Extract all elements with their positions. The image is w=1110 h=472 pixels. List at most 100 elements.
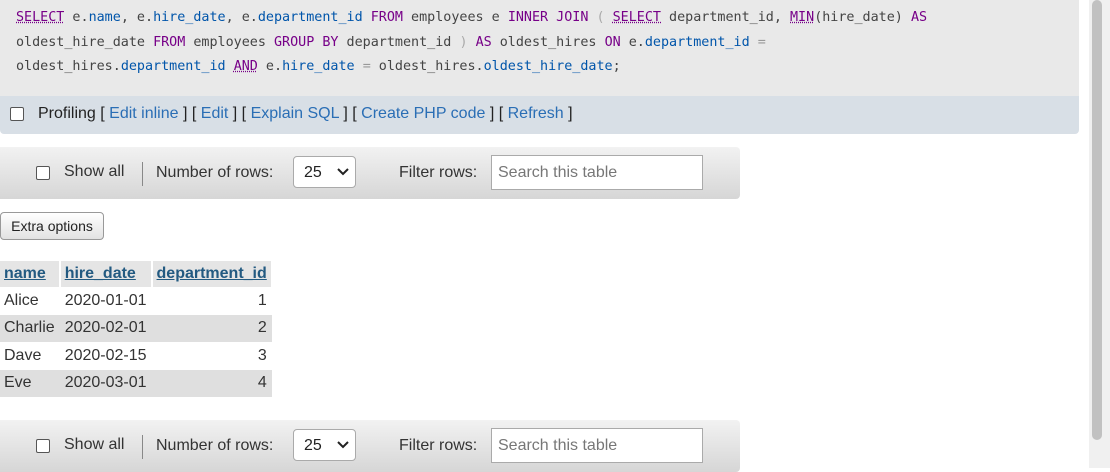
- sql-token: oldest_hires: [491, 34, 605, 50]
- table-row[interactable]: Eve 2020-03-01 4: [0, 369, 272, 397]
- sql-token: GROUP BY: [274, 34, 339, 50]
- search-placeholder: Search this table: [498, 437, 618, 454]
- profiling-options: Profiling [ Edit inline ] [ Edit ] [ Exp…: [38, 105, 573, 122]
- results-table: name hire_date department_id Alice 2020-…: [0, 261, 273, 397]
- search-input[interactable]: Search this table: [491, 428, 703, 463]
- table-header-row: name hire_date department_id: [0, 261, 273, 287]
- edit-inline-link[interactable]: Edit inline: [109, 105, 178, 122]
- search-placeholder: Search this table: [498, 164, 618, 181]
- sql-token: ;: [612, 59, 621, 74]
- extra-options-button[interactable]: Extra options: [0, 212, 104, 240]
- profiling-checkbox[interactable]: [10, 107, 24, 121]
- vertical-scrollbar[interactable]: [1089, 0, 1110, 468]
- cell-name: Dave: [0, 342, 60, 370]
- sql-token: oldest_hires.: [370, 59, 484, 74]
- table-row[interactable]: Dave 2020-02-15 3: [0, 342, 272, 370]
- cell-name: Eve: [0, 369, 60, 397]
- search-input[interactable]: Search this table: [491, 155, 703, 190]
- sql-token: department_id: [120, 59, 226, 74]
- cell-hire-date: 2020-02-15: [59, 342, 152, 370]
- cell-name: Charlie: [0, 314, 60, 342]
- sql-token: =: [362, 59, 371, 74]
- sql-token: AS: [475, 34, 492, 50]
- chevron-down-icon: [337, 168, 349, 176]
- sql-token: department_id: [257, 10, 363, 25]
- chevron-down-icon: [337, 441, 349, 449]
- column-header-name[interactable]: name: [0, 261, 61, 287]
- show-all-checkbox[interactable]: [36, 166, 50, 180]
- column-header-department-id[interactable]: department_id: [151, 261, 273, 287]
- create-php-code-link[interactable]: Create PHP code: [361, 105, 485, 122]
- sql-token: department_id: [644, 34, 750, 50]
- table-navigation-top: Show all Number of rows: 25 Filter rows:…: [0, 147, 740, 199]
- sql-code: SELECT e.name, e.hire_date, e.department…: [16, 6, 1066, 80]
- sql-token: oldest_hires.: [16, 59, 121, 74]
- sql-token: oldest_hire_date: [16, 34, 154, 50]
- filter-rows-label: Filter rows:: [399, 437, 478, 454]
- divider: [142, 435, 143, 459]
- cell-hire-date: 2020-03-01: [59, 369, 152, 397]
- profiling-label: Profiling: [38, 105, 96, 122]
- sql-token: AS: [910, 10, 928, 25]
- number-of-rows-label: Number of rows:: [156, 437, 274, 454]
- explain-sql-link[interactable]: Explain SQL: [251, 105, 339, 122]
- table-row[interactable]: Alice 2020-01-01 1: [0, 287, 272, 315]
- sql-token: e.: [257, 59, 283, 74]
- sql-token: , e.: [225, 10, 258, 25]
- profiling-bar: Profiling [ Edit inline ] [ Edit ] [ Exp…: [0, 96, 1079, 134]
- sql-token: department_id,: [661, 10, 790, 25]
- show-all-label[interactable]: Show all: [64, 163, 124, 181]
- sql-token: employees e: [403, 10, 508, 25]
- show-all-checkbox[interactable]: [36, 439, 50, 453]
- rows-per-page-select[interactable]: 25: [293, 156, 356, 188]
- sql-token: department_id: [338, 34, 460, 50]
- sql-token: FROM: [370, 10, 403, 25]
- sql-line-2: oldest_hire_date FROM employees GROUP BY…: [16, 35, 766, 50]
- sql-token: e.: [620, 34, 645, 50]
- cell-department-id: 1: [151, 287, 272, 315]
- sql-token: hire_date: [282, 59, 355, 74]
- cell-department-id: 3: [151, 342, 272, 370]
- cell-hire-date: 2020-01-01: [59, 287, 152, 315]
- sql-token: =: [757, 34, 766, 50]
- edit-link[interactable]: Edit: [201, 105, 229, 122]
- column-header-hire-date[interactable]: hire_date: [59, 261, 153, 287]
- refresh-link[interactable]: Refresh: [508, 105, 564, 122]
- rows-per-page-value: 25: [304, 437, 322, 454]
- sql-query-box: SELECT e.name, e.hire_date, e.department…: [0, 0, 1079, 96]
- table-row[interactable]: Charlie 2020-02-01 2: [0, 314, 272, 342]
- scrollbar-thumb[interactable]: [1092, 0, 1102, 440]
- number-of-rows-label: Number of rows:: [156, 164, 274, 181]
- sql-token: (: [596, 10, 605, 25]
- cell-hire-date: 2020-02-01: [59, 314, 152, 342]
- sql-token: e.: [64, 10, 89, 25]
- sql-token: SELECT: [16, 10, 65, 25]
- cell-name: Alice: [0, 287, 60, 315]
- sql-token: ): [459, 34, 468, 50]
- sql-token: employees: [185, 34, 274, 50]
- table-navigation-bottom: Show all Number of rows: 25 Filter rows:…: [0, 420, 740, 472]
- sql-token: name: [88, 10, 121, 25]
- sql-token: AND: [233, 59, 258, 74]
- cell-department-id: 2: [151, 314, 272, 342]
- sql-token: FROM: [153, 34, 186, 50]
- sql-token: oldest_hire_date: [483, 59, 613, 74]
- sql-token: , e.: [120, 10, 154, 25]
- sql-token: INNER JOIN: [507, 10, 589, 25]
- sql-token: hire_date: [153, 10, 226, 25]
- divider: [142, 162, 143, 186]
- filter-rows-label: Filter rows:: [399, 164, 478, 181]
- sql-line-1: SELECT e.name, e.hire_date, e.department…: [16, 10, 927, 25]
- sql-token: SELECT: [612, 10, 661, 25]
- sql-line-3: oldest_hires.department_id AND e.hire_da…: [16, 59, 621, 74]
- cell-department-id: 4: [151, 369, 272, 397]
- sql-token: (hire_date): [814, 10, 911, 25]
- rows-per-page-select[interactable]: 25: [293, 429, 356, 461]
- show-all-label[interactable]: Show all: [64, 436, 124, 454]
